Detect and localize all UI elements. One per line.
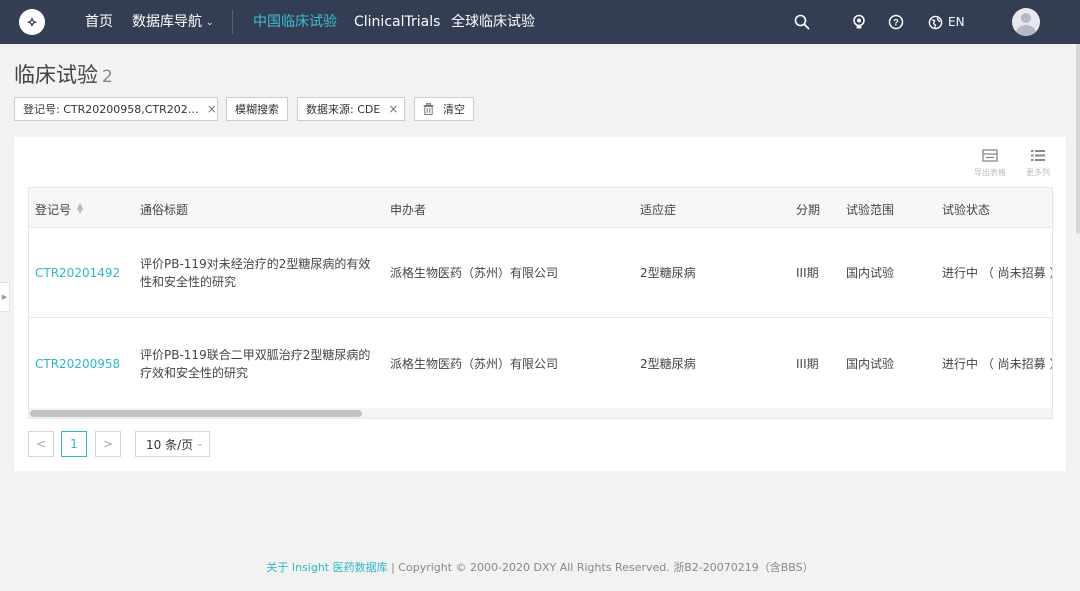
trial-indication: 2型糖尿病: [640, 357, 696, 371]
lightbulb-icon[interactable]: [849, 12, 869, 32]
search-icon[interactable]: [792, 12, 812, 32]
export-table-label: 导出表格: [974, 168, 1006, 177]
column-header-sponsor: 申办者: [390, 203, 427, 217]
chevron-down-icon: ⌄: [206, 18, 214, 28]
filter-chip-reg-no-label: 登记号: CTR20200958,CTR202…: [23, 103, 199, 116]
result-count: 2: [102, 67, 113, 87]
sidebar-expand-toggle[interactable]: ▶: [0, 282, 10, 312]
sort-icon[interactable]: ▲ ▼: [77, 202, 83, 215]
more-columns-button[interactable]: 更多列: [1018, 149, 1058, 178]
pager-next-button[interactable]: >: [95, 431, 121, 457]
trial-title: 评价PB-119联合二甲双胍治疗2型糖尿病的疗效和安全性的研究: [140, 348, 371, 380]
more-columns-label: 更多列: [1026, 168, 1050, 177]
column-header-title: 通俗标题: [140, 203, 189, 217]
globe-icon: [928, 15, 943, 29]
language-label: EN: [948, 15, 965, 29]
trial-phase: III期: [796, 357, 819, 371]
export-table-button[interactable]: 导出表格: [970, 149, 1010, 178]
nav-home[interactable]: 首页: [85, 13, 113, 31]
nav-db-navigation-label: 数据库导航: [132, 14, 202, 30]
trash-icon: [423, 103, 434, 115]
trial-sponsor: 派格生物医药（苏州）有限公司: [390, 357, 559, 371]
trial-reg-no-link[interactable]: CTR20200958: [35, 355, 120, 373]
nav-clinicaltrials[interactable]: ClinicalTrials: [354, 13, 440, 31]
nav-db-navigation[interactable]: 数据库导航 ⌄: [132, 13, 214, 32]
help-icon[interactable]: ?: [886, 12, 906, 32]
clear-filters-button[interactable]: 清空: [414, 97, 474, 121]
trial-status: 进行中 （ 尚未招募 ）: [942, 357, 1053, 371]
page-title: 临床试验 2: [14, 62, 113, 90]
logo[interactable]: ⟡: [19, 9, 45, 35]
trial-status: 进行中 （ 尚未招募 ）: [942, 266, 1053, 280]
chevron-right-icon: ▶: [1, 293, 8, 301]
page-scrollbar[interactable]: [1076, 44, 1080, 234]
trial-sponsor: 派格生物医药（苏州）有限公司: [390, 266, 559, 280]
nav-global-clinical-trials[interactable]: 全球临床试验: [451, 13, 535, 31]
filter-chip-source-label: 数据来源: CDE: [306, 103, 381, 116]
close-icon[interactable]: ×: [380, 102, 398, 116]
avatar[interactable]: [1012, 8, 1040, 36]
filter-chip-reg-no[interactable]: 登记号: CTR20200958,CTR202… ×: [14, 97, 218, 121]
export-table-icon: [982, 149, 998, 162]
results-card: 导出表格 更多列 登记号 ▲ ▼ 通俗标题 申办者 适应症 分期 试验范围 试验状态…: [14, 137, 1066, 471]
clear-filters-label: 清空: [443, 103, 465, 116]
table-header: 登记号 ▲ ▼ 通俗标题 申办者 适应症 分期 试验范围 试验状态: [29, 188, 1052, 228]
top-navbar: ⟡ 首页 数据库导航 ⌄ 中国临床试验 ClinicalTrials 全球临床试验…: [0, 0, 1080, 44]
trial-scope: 国内试验: [846, 266, 895, 280]
pager-page-1[interactable]: 1: [61, 431, 87, 457]
table-row: CTR20200958 评价PB-119联合二甲双胍治疗2型糖尿病的疗效和安全性…: [29, 319, 1052, 409]
column-header-scope: 试验范围: [846, 203, 895, 217]
trial-title: 评价PB-119对未经治疗的2型糖尿病的有效性和安全性的研究: [140, 257, 371, 289]
column-header-indication: 适应症: [640, 203, 677, 217]
trial-phase: III期: [796, 266, 819, 280]
table-row: CTR20201492 评价PB-119对未经治疗的2型糖尿病的有效性和安全性的…: [29, 228, 1052, 318]
trial-scope: 国内试验: [846, 357, 895, 371]
page-size-select[interactable]: 10 条/页 ⌄: [135, 431, 210, 457]
results-table: 登记号 ▲ ▼ 通俗标题 申办者 适应症 分期 试验范围 试验状态 CTR20201…: [28, 187, 1053, 419]
chevron-down-icon: ⌄: [196, 439, 204, 449]
column-header-phase: 分期: [796, 203, 821, 217]
horizontal-scrollbar-thumb[interactable]: [30, 410, 362, 417]
trial-indication: 2型糖尿病: [640, 266, 696, 280]
language-switch[interactable]: EN: [928, 12, 968, 32]
svg-text:?: ?: [893, 18, 899, 28]
fuzzy-search-button[interactable]: 模糊搜索: [226, 97, 288, 121]
nav-cn-clinical-trials[interactable]: 中国临床试验: [253, 13, 337, 31]
logo-mark-icon: ⟡: [27, 14, 37, 30]
pager-prev-button[interactable]: <: [28, 431, 54, 457]
footer: 关于 Insight 医药数据库 | Copyright © 2000-2020…: [0, 559, 1080, 575]
filter-chip-source[interactable]: 数据来源: CDE ×: [297, 97, 405, 121]
list-icon: [1031, 150, 1045, 161]
horizontal-scrollbar[interactable]: [29, 408, 1052, 418]
column-header-reg-no-label: 登记号: [35, 203, 72, 217]
trial-reg-no-link[interactable]: CTR20201492: [35, 264, 120, 282]
close-icon[interactable]: ×: [199, 102, 217, 116]
footer-about-link[interactable]: 关于 Insight 医药数据库: [266, 561, 387, 574]
page-title-text: 临床试验: [14, 63, 98, 87]
nav-divider: [232, 10, 233, 34]
column-header-status: 试验状态: [942, 203, 991, 217]
page-size-value: 10 条/页: [146, 437, 194, 452]
footer-copyright: | Copyright © 2000-2020 DXY All Rights R…: [387, 561, 814, 574]
column-header-reg-no[interactable]: 登记号 ▲ ▼: [35, 201, 83, 218]
